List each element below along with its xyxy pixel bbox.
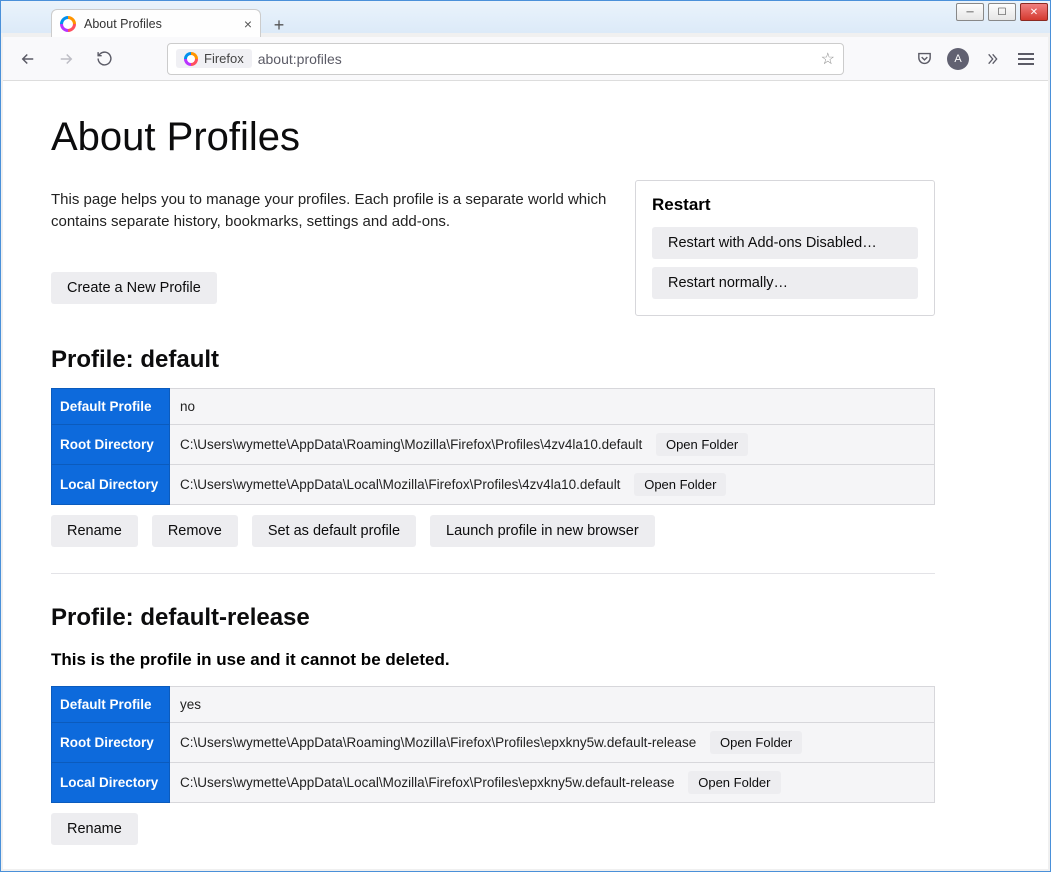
identity-label: Firefox	[204, 51, 244, 66]
window-frame: ─ ☐ ✕ About Profiles × + Firefox about:p…	[0, 0, 1051, 872]
firefox-icon	[184, 52, 198, 66]
url-text: about:profiles	[258, 51, 342, 67]
firefox-icon	[60, 16, 76, 32]
pocket-icon	[916, 50, 933, 67]
th-local-dir: Local Directory	[52, 465, 170, 505]
profile-heading: Profile: default-release	[51, 604, 935, 632]
rename-button[interactable]: Rename	[51, 515, 138, 547]
new-tab-button[interactable]: +	[267, 13, 291, 37]
profile-heading: Profile: default	[51, 346, 935, 374]
profile-table: Default Profile yes Root Directory C:\Us…	[51, 686, 935, 803]
restart-box: Restart Restart with Add-ons Disabled… R…	[635, 180, 935, 316]
arrow-left-icon	[19, 50, 37, 68]
table-row: Local Directory C:\Users\wymette\AppData…	[52, 465, 935, 505]
table-row: Local Directory C:\Users\wymette\AppData…	[52, 763, 935, 803]
pocket-button[interactable]	[912, 47, 936, 71]
td-default-value: yes	[170, 687, 935, 723]
launch-profile-button[interactable]: Launch profile in new browser	[430, 515, 655, 547]
table-row: Root Directory C:\Users\wymette\AppData\…	[52, 723, 935, 763]
open-folder-button[interactable]: Open Folder	[656, 433, 748, 456]
th-default-profile: Default Profile	[52, 687, 170, 723]
window-maximize-button[interactable]: ☐	[988, 3, 1016, 21]
forward-button[interactable]	[51, 44, 81, 74]
root-path: C:\Users\wymette\AppData\Roaming\Mozilla…	[180, 437, 642, 452]
intro-text: This page helps you to manage your profi…	[51, 189, 611, 233]
reload-button[interactable]	[89, 44, 119, 74]
td-root-dir: C:\Users\wymette\AppData\Roaming\Mozilla…	[170, 425, 935, 465]
hamburger-icon	[1018, 53, 1034, 55]
toolbar-right-icons: A	[912, 47, 1038, 71]
separator	[51, 573, 935, 574]
in-use-message: This is the profile in use and it cannot…	[51, 650, 935, 670]
window-controls: ─ ☐ ✕	[956, 3, 1048, 21]
restart-addons-disabled-button[interactable]: Restart with Add-ons Disabled…	[652, 227, 918, 259]
url-bar[interactable]: Firefox about:profiles ☆	[167, 43, 844, 75]
app-menu-button[interactable]	[1014, 47, 1038, 71]
page-title: About Profiles	[51, 115, 935, 160]
open-folder-button[interactable]: Open Folder	[634, 473, 726, 496]
browser-tab[interactable]: About Profiles ×	[51, 9, 261, 37]
avatar: A	[947, 48, 969, 70]
back-button[interactable]	[13, 44, 43, 74]
reload-icon	[96, 50, 113, 67]
root-path: C:\Users\wymette\AppData\Roaming\Mozilla…	[180, 735, 696, 750]
remove-button[interactable]: Remove	[152, 515, 238, 547]
rename-button[interactable]: Rename	[51, 813, 138, 845]
restart-normally-button[interactable]: Restart normally…	[652, 267, 918, 299]
avatar-letter: A	[954, 53, 961, 65]
profile-actions: Rename Remove Set as default profile Lau…	[51, 515, 935, 547]
profile-table: Default Profile no Root Directory C:\Use…	[51, 388, 935, 505]
content-viewport[interactable]: About Profiles This page helps you to ma…	[3, 81, 1048, 869]
th-local-dir: Local Directory	[52, 763, 170, 803]
table-row: Default Profile no	[52, 389, 935, 425]
open-folder-button[interactable]: Open Folder	[688, 771, 780, 794]
local-path: C:\Users\wymette\AppData\Local\Mozilla\F…	[180, 775, 674, 790]
bookmark-star-icon[interactable]: ☆	[821, 49, 835, 69]
restart-heading: Restart	[652, 195, 918, 215]
create-profile-button[interactable]: Create a New Profile	[51, 272, 217, 304]
profile-actions: Rename	[51, 813, 935, 845]
open-folder-button[interactable]: Open Folder	[710, 731, 802, 754]
td-default-value: no	[170, 389, 935, 425]
td-local-dir: C:\Users\wymette\AppData\Local\Mozilla\F…	[170, 465, 935, 505]
tab-strip: About Profiles × +	[51, 7, 291, 37]
table-row: Root Directory C:\Users\wymette\AppData\…	[52, 425, 935, 465]
window-minimize-button[interactable]: ─	[956, 3, 984, 21]
arrow-right-icon	[57, 50, 75, 68]
chevron-double-right-icon	[984, 51, 1000, 67]
tab-close-icon[interactable]: ×	[244, 17, 252, 31]
about-profiles-content: About Profiles This page helps you to ma…	[3, 81, 983, 869]
browser-toolbar: Firefox about:profiles ☆ A	[3, 37, 1048, 81]
tab-title: About Profiles	[84, 17, 236, 31]
table-row: Default Profile yes	[52, 687, 935, 723]
th-root-dir: Root Directory	[52, 723, 170, 763]
window-close-button[interactable]: ✕	[1020, 3, 1048, 21]
th-default-profile: Default Profile	[52, 389, 170, 425]
th-root-dir: Root Directory	[52, 425, 170, 465]
local-path: C:\Users\wymette\AppData\Local\Mozilla\F…	[180, 477, 620, 492]
overflow-button[interactable]	[980, 47, 1004, 71]
set-default-button[interactable]: Set as default profile	[252, 515, 416, 547]
td-root-dir: C:\Users\wymette\AppData\Roaming\Mozilla…	[170, 723, 935, 763]
td-local-dir: C:\Users\wymette\AppData\Local\Mozilla\F…	[170, 763, 935, 803]
identity-box[interactable]: Firefox	[176, 49, 252, 68]
account-button[interactable]: A	[946, 47, 970, 71]
